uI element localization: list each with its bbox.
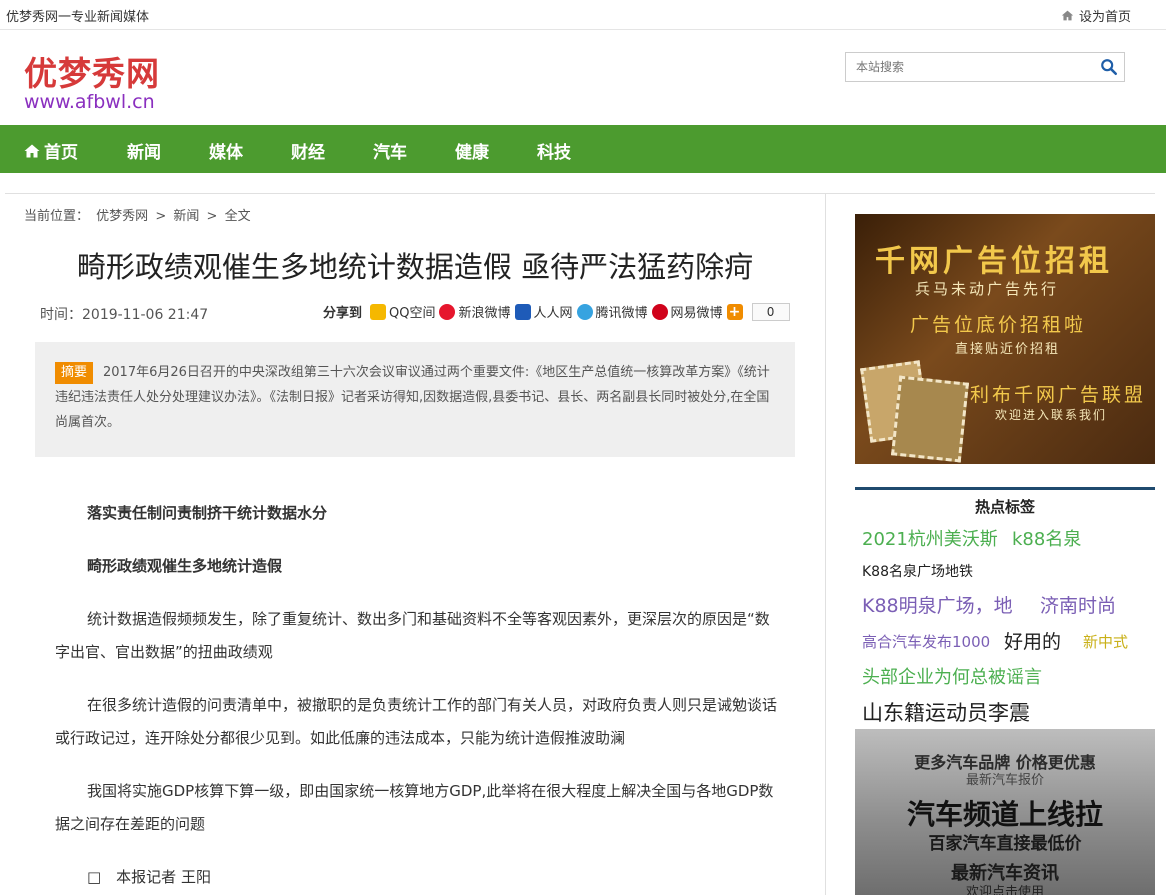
ad-line: 直接贴近价招租	[955, 342, 1061, 357]
site-url[interactable]: www.afbwl.cn	[24, 91, 155, 113]
ad-line: 利布千网广告联盟	[970, 384, 1147, 406]
hot-tag[interactable]: k88名泉	[1012, 525, 1081, 551]
breadcrumb-home-link[interactable]: 优梦秀网	[96, 209, 148, 224]
hot-tag[interactable]: 济南时尚	[1040, 591, 1116, 618]
sina-weibo-icon	[439, 303, 456, 320]
column-divider	[825, 194, 826, 895]
main-nav: 首页 新闻 媒体 财经 汽车 健康 科技	[0, 125, 1166, 173]
search-icon[interactable]	[1100, 58, 1118, 76]
nav-item-auto[interactable]: 汽车	[373, 138, 407, 163]
share-tencent-weibo[interactable]: 腾讯微博	[576, 302, 648, 321]
breadcrumb-news-link[interactable]: 新闻	[173, 209, 199, 224]
ad-line: 广告位底价招租啦	[910, 314, 1087, 336]
site-header: 优梦秀网 www.afbwl.cn	[0, 31, 1166, 125]
share-netease-weibo[interactable]: 网易微博	[651, 302, 723, 321]
nav-item-media[interactable]: 媒体	[209, 138, 243, 163]
ad-subline: 兵马未动广告先行	[915, 280, 1060, 298]
hot-tag[interactable]: 头部企业为何总被谣言	[862, 663, 1042, 689]
ad-headline: 汽车频道上线拉	[906, 798, 1103, 831]
article-paragraph: 统计数据造假频频发生，除了重复统计、数出多门和基础资料不全等客观因素外，更深层次…	[55, 610, 770, 661]
nav-item-home[interactable]: 首页	[24, 138, 78, 163]
share-sina-weibo[interactable]: 新浪微博	[439, 302, 511, 321]
content-top-border	[5, 193, 1155, 194]
tencent-weibo-icon	[576, 303, 593, 320]
share-label: 分享到	[323, 306, 363, 321]
ad-headline: 千网广告位招租	[875, 244, 1113, 279]
set-home-label: 设为首页	[1078, 10, 1131, 25]
nav-item-health[interactable]: 健康	[455, 138, 489, 163]
share-bar: 分享到 QQ空间 新浪微博 人人网 腾讯微博 网易微博 + 0	[323, 302, 790, 321]
nav-item-finance[interactable]: 财经	[291, 138, 325, 163]
search-box	[845, 52, 1125, 82]
share-qzone-label: QQ空间	[389, 306, 436, 321]
article-paragraph: 畸形政绩观催生多地统计造假	[87, 557, 283, 575]
share-netease-label: 网易微博	[670, 306, 723, 321]
summary-badge: 摘要	[55, 362, 94, 384]
nav-item-tech[interactable]: 科技	[537, 138, 571, 163]
sidebar-ad-banner[interactable]: 千网广告位招租 兵马未动广告先行 广告位底价招租啦 直接贴近价招租 利布千网广告…	[855, 214, 1155, 464]
hot-tag[interactable]: K88名泉广场地铁	[862, 561, 973, 581]
home-icon	[1061, 10, 1074, 21]
share-sina-label: 新浪微博	[458, 306, 511, 321]
ad-line: 欢迎进入联系我们	[995, 408, 1108, 422]
home-icon	[24, 144, 40, 157]
qzone-icon	[370, 303, 387, 320]
ad-line: 欢迎点击使用	[965, 885, 1044, 895]
hot-tag[interactable]: 高合汽车发布1000	[862, 631, 990, 652]
article-summary: 摘要 2017年6月26日召开的中央深改组第三十六次会议审议通过两个重要文件:《地…	[35, 342, 795, 457]
breadcrumb-separator: >	[206, 209, 218, 224]
share-qzone[interactable]: QQ空间	[370, 302, 435, 321]
sidebar-ad-auto[interactable]: 更多汽车品牌 价格更优惠 最新汽车报价 汽车频道上线拉 百家汽车直接最低价 最新…	[855, 729, 1155, 895]
share-renren-label: 人人网	[533, 306, 573, 321]
netease-weibo-icon	[651, 303, 668, 320]
summary-text: 2017年6月26日召开的中央深改组第三十六次会议审议通过两个重要文件:《地区生…	[55, 365, 770, 430]
site-tagline: 优梦秀网一专业新闻媒体	[6, 10, 150, 25]
set-home-link[interactable]: 设为首页	[1061, 6, 1131, 25]
top-bar: 优梦秀网一专业新闻媒体 设为首页	[0, 0, 1166, 30]
breadcrumb-separator: >	[155, 209, 167, 224]
article-paragraph: 我国将实施GDP核算下算一级，即由国家统一核算地方GDP,此举将在很大程度上解决…	[55, 782, 774, 833]
share-tencent-label: 腾讯微博	[595, 306, 648, 321]
breadcrumb-label: 当前位置：	[24, 209, 90, 224]
renren-icon	[514, 303, 531, 320]
site-logo[interactable]: 优梦秀网	[24, 47, 160, 95]
article-title: 畸形政绩观催生多地统计数据造假 亟待严法猛药除疴	[76, 250, 754, 284]
ad-line: 百家汽车直接最低价	[928, 834, 1082, 854]
share-count: 0	[751, 302, 790, 321]
article-time: 时间：2019-11-06 21:47	[40, 307, 209, 323]
share-renren[interactable]: 人人网	[514, 302, 573, 321]
search-input[interactable]	[846, 53, 1086, 81]
hot-tag[interactable]: 新中式	[1083, 631, 1128, 652]
article-byline: □ 本报记者 王阳	[87, 868, 211, 886]
breadcrumb: 当前位置： 优梦秀网 > 新闻 > 全文	[24, 205, 254, 224]
article-paragraph: 在很多统计造假的问责清单中，被撤职的是负责统计工作的部门有关人员，对政府负责人则…	[55, 696, 778, 747]
nav-item-label: 首页	[44, 143, 78, 163]
more-share-icon[interactable]: +	[726, 303, 743, 320]
article-paragraph: 落实责任制问责制挤干统计数据水分	[87, 504, 328, 522]
ad-line: 最新汽车报价	[965, 773, 1044, 788]
hot-tag[interactable]: K88明泉广场，地	[862, 591, 1013, 618]
nav-item-news[interactable]: 新闻	[127, 138, 161, 163]
hot-tag[interactable]: 2021杭州美沃斯	[862, 525, 998, 551]
breadcrumb-current: 全文	[224, 209, 251, 224]
hot-tags-title: 热点标签	[855, 487, 1155, 517]
hot-tag[interactable]: 山东籍运动员李震	[862, 697, 1030, 727]
stamp-decoration	[891, 375, 969, 463]
hot-tag[interactable]: 好用的	[1004, 627, 1061, 654]
